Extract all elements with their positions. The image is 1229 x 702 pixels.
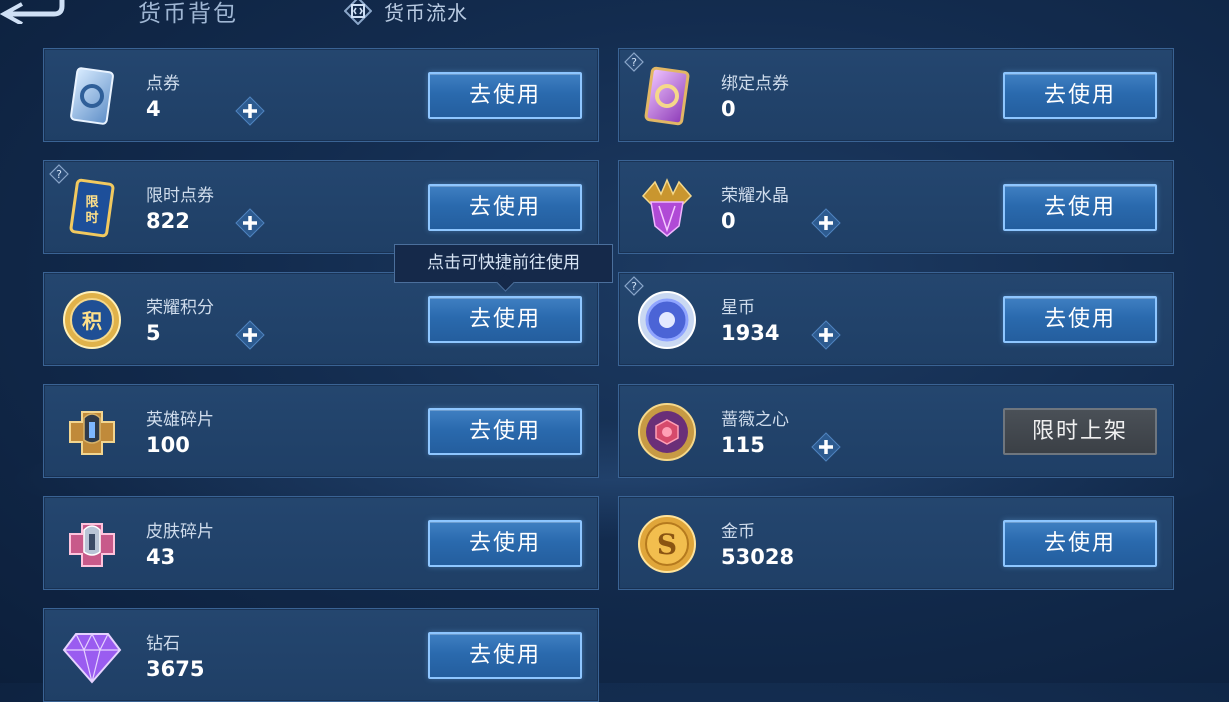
currency-name: 星币 xyxy=(721,298,755,318)
currency-amount: 53028 xyxy=(721,545,795,569)
currency-amount: 0 xyxy=(721,209,736,233)
currency-amount: 4 xyxy=(146,97,161,121)
currency-name: 限时点券 xyxy=(146,186,214,206)
back-icon[interactable] xyxy=(0,0,70,24)
currency-card-rose-heart: 蔷薇之心 115 限时上架 xyxy=(618,384,1174,478)
currency-card-gold-coin: S 金币 53028 去使用 xyxy=(618,496,1174,590)
currency-card-bound-ticket: ? 绑定点券 0 去使用 xyxy=(618,48,1174,142)
use-button[interactable]: 去使用 xyxy=(428,296,582,343)
add-glory-points-button[interactable] xyxy=(235,320,265,350)
currency-ledger-tab[interactable]: 货币流水 xyxy=(344,0,468,26)
ledger-icon xyxy=(344,0,372,25)
page-title: 货币背包 xyxy=(138,1,238,27)
currency-card-skin-shard: 皮肤碎片 43 去使用 xyxy=(43,496,599,590)
svg-text:S: S xyxy=(657,528,677,561)
limited-availability-button[interactable]: 限时上架 xyxy=(1003,408,1157,455)
use-button[interactable]: 去使用 xyxy=(1003,520,1157,567)
add-ticket-button[interactable] xyxy=(235,96,265,126)
currency-name: 绑定点券 xyxy=(721,74,789,94)
currency-card-diamond: 钻石 3675 去使用 xyxy=(43,608,599,702)
currency-amount: 3675 xyxy=(146,657,205,681)
diamond-icon xyxy=(62,632,122,684)
currency-name: 荣耀水晶 xyxy=(721,186,789,206)
currency-card-dianquan: 点券 4 去使用 xyxy=(43,48,599,142)
currency-amount: 100 xyxy=(146,433,190,457)
use-button[interactable]: 去使用 xyxy=(1003,72,1157,119)
ticket-icon xyxy=(70,67,114,125)
currency-card-glory-points: 积 荣耀积分 5 去使用 xyxy=(43,272,599,366)
ledger-tab-label: 货币流水 xyxy=(384,0,468,25)
glory-crystal-icon xyxy=(641,178,693,237)
currency-name: 皮肤碎片 xyxy=(146,522,214,542)
add-star-coin-button[interactable] xyxy=(811,320,841,350)
limited-ticket-icon: 限 时 xyxy=(69,178,115,238)
currency-name: 荣耀积分 xyxy=(146,298,214,318)
skin-shard-icon xyxy=(69,523,115,567)
use-button[interactable]: 去使用 xyxy=(428,184,582,231)
currency-amount: 43 xyxy=(146,545,176,569)
use-button[interactable]: 去使用 xyxy=(428,408,582,455)
currency-name: 英雄碎片 xyxy=(146,410,214,430)
use-button[interactable]: 去使用 xyxy=(428,632,582,679)
use-button[interactable]: 去使用 xyxy=(1003,184,1157,231)
use-button[interactable]: 去使用 xyxy=(428,72,582,119)
quick-use-tooltip: 点击可快捷前往使用 xyxy=(394,244,613,292)
currency-amount: 115 xyxy=(721,433,765,457)
use-button[interactable]: 去使用 xyxy=(428,520,582,567)
add-limited-ticket-button[interactable] xyxy=(235,208,265,238)
svg-text:限: 限 xyxy=(85,195,99,210)
currency-name: 金币 xyxy=(721,522,755,542)
svg-text:时: 时 xyxy=(85,210,98,226)
currency-name: 钻石 xyxy=(146,634,180,654)
currency-amount: 0 xyxy=(721,97,736,121)
currency-card-hero-shard: 英雄碎片 100 去使用 xyxy=(43,384,599,478)
bound-ticket-icon xyxy=(644,66,690,126)
add-glory-crystal-button[interactable] xyxy=(811,208,841,238)
currency-amount: 5 xyxy=(146,321,161,345)
tooltip-text: 点击可快捷前往使用 xyxy=(427,253,580,273)
glory-points-icon: 积 xyxy=(63,291,121,349)
currency-card-star-coin: ? 星币 1934 去使用 xyxy=(618,272,1174,366)
add-rose-heart-button[interactable] xyxy=(811,432,841,462)
rose-heart-icon xyxy=(638,403,696,461)
gold-coin-icon: S xyxy=(638,515,696,573)
currency-card-limited-ticket: ? 限 时 限时点券 822 去使用 xyxy=(43,160,599,254)
star-coin-icon xyxy=(638,291,696,349)
currency-card-glory-crystal: 荣耀水晶 0 去使用 xyxy=(618,160,1174,254)
currency-amount: 1934 xyxy=(721,321,780,345)
currency-amount: 822 xyxy=(146,209,190,233)
use-button[interactable]: 去使用 xyxy=(1003,296,1157,343)
svg-text:积: 积 xyxy=(82,309,102,333)
currency-name: 点券 xyxy=(146,74,180,94)
currency-name: 蔷薇之心 xyxy=(721,410,789,430)
hero-shard-icon xyxy=(69,411,115,455)
